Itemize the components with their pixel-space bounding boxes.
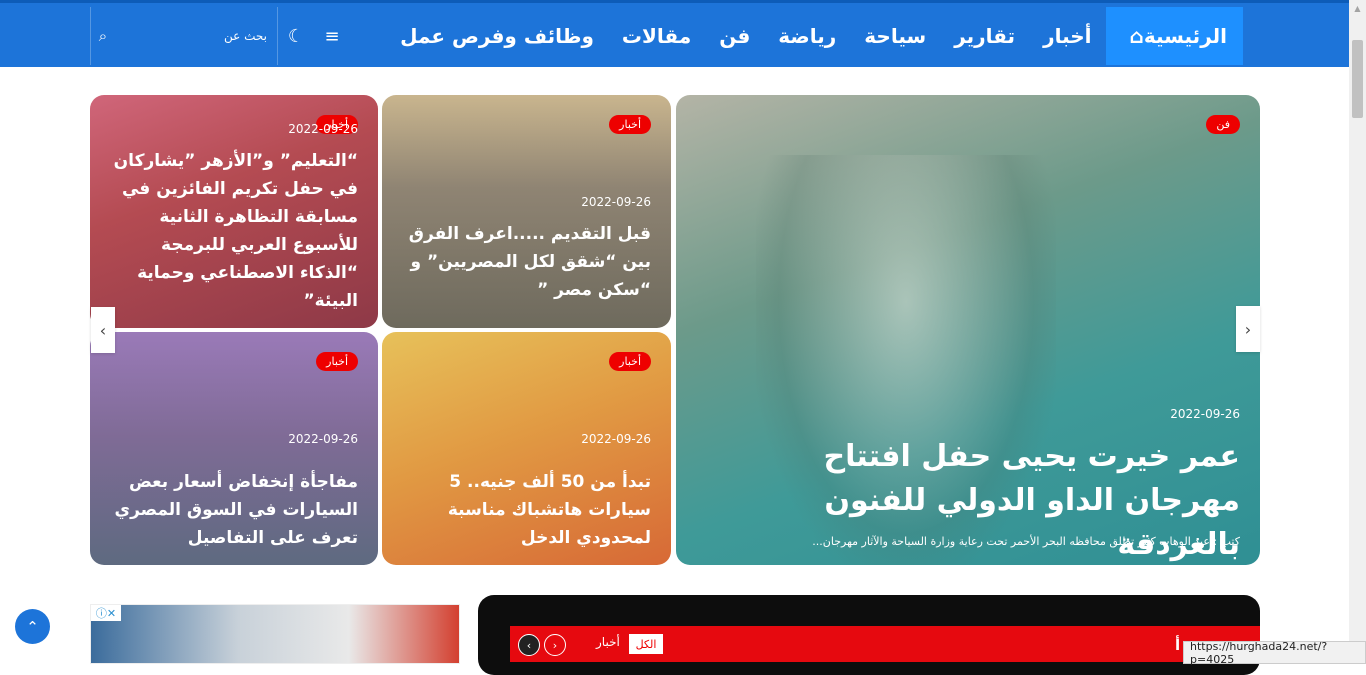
header-tools: ⌕ ☾ ≡ — [90, 7, 350, 65]
category-badge[interactable]: فن — [1206, 115, 1240, 134]
featured-card[interactable]: أخبار 2022-09-26 “التعليم” و”الأزهر ”يشا… — [90, 95, 378, 328]
slider-next-button[interactable]: › — [1236, 306, 1260, 352]
post-excerpt: كتب : عبد الوهاب كثير تطلق محافظه البحر … — [812, 535, 1240, 548]
widget-next-button[interactable]: › — [544, 634, 566, 656]
search-input[interactable] — [115, 28, 277, 44]
nav-item-reports[interactable]: تقارير — [940, 7, 1029, 65]
category-badge[interactable]: أخبار — [609, 115, 651, 134]
nav-item-tourism[interactable]: سياحة — [850, 7, 940, 65]
chevron-up-icon: ⌃ — [26, 617, 39, 636]
chevron-right-icon: › — [1244, 319, 1252, 339]
nav-item-news[interactable]: أخبار — [1029, 7, 1105, 65]
search-box: ⌕ — [90, 7, 278, 65]
nav-item-art[interactable]: فن — [705, 7, 764, 65]
moon-icon[interactable]: ☾ — [278, 26, 314, 47]
nav-item-label: الرئيسية — [1143, 24, 1227, 48]
main-menu: ⌂ الرئيسية أخبار تقارير سياحة رياضة فن م… — [386, 7, 1243, 65]
nav-item-label: فن — [719, 24, 751, 48]
featured-slide-main[interactable]: فن 2022-09-26 عمر خيرت يحيى حفل افتتاح م… — [676, 95, 1260, 565]
post-date: 2022-09-26 — [581, 432, 651, 446]
scroll-up-arrow-icon[interactable]: ▲ — [1349, 0, 1366, 17]
featured-card[interactable]: أخبار 2022-09-26 تبدأ من 50 ألف جنيه.. 5… — [382, 332, 671, 565]
post-title[interactable]: مفاجأة إنخفاض أسعار بعض السيارات في السو… — [108, 468, 359, 552]
post-date: 2022-09-26 — [1170, 407, 1240, 421]
tab-news[interactable]: أخبار — [596, 635, 620, 649]
nav-item-sports[interactable]: رياضة — [764, 7, 850, 65]
featured-card[interactable]: أخبار 2022-09-26 مفاجأة إنخفاض أسعار بعض… — [90, 332, 378, 565]
page-scrollbar[interactable]: ▲ ▼ — [1349, 0, 1366, 662]
slider-prev-button[interactable]: ‹ — [91, 307, 115, 353]
category-badge[interactable]: أخبار — [316, 352, 358, 371]
nav-item-label: مقالات — [621, 24, 692, 48]
chevron-left-icon: ‹ — [99, 320, 107, 340]
post-title[interactable]: تبدأ من 50 ألف جنيه.. 5 سيارات هاتشباك م… — [401, 468, 651, 552]
widget-header — [510, 626, 1260, 662]
nav-item-label: تقارير — [954, 24, 1016, 48]
post-date: 2022-09-26 — [581, 195, 651, 209]
home-icon: ⌂ — [1129, 24, 1144, 48]
widget-title: أ — [1175, 636, 1181, 654]
post-title[interactable]: “التعليم” و”الأزهر ”يشاركان في حفل تكريم… — [108, 147, 358, 315]
nav-item-label: رياضة — [778, 24, 837, 48]
post-date: 2022-09-26 — [288, 432, 358, 446]
nav-item-label: وظائف وفرص عمل — [400, 24, 594, 48]
nav-item-label: أخبار — [1043, 24, 1092, 48]
nav-item-jobs[interactable]: وظائف وفرص عمل — [386, 7, 608, 65]
featured-card[interactable]: أخبار 2022-09-26 قبل التقديم .....اعرف ا… — [382, 95, 671, 328]
advertisement-banner[interactable]: ⓘ✕ — [90, 604, 460, 664]
post-date: 2022-09-26 — [288, 122, 358, 136]
tab-all[interactable]: الكل — [629, 634, 663, 654]
post-title[interactable]: قبل التقديم .....اعرف الفرق بين “شقق لكل… — [401, 220, 651, 304]
nav-item-articles[interactable]: مقالات — [608, 7, 705, 65]
category-badge[interactable]: أخبار — [609, 352, 651, 371]
menu-icon[interactable]: ≡ — [314, 26, 350, 47]
main-navigation-bar: ⌂ الرئيسية أخبار تقارير سياحة رياضة فن م… — [0, 0, 1349, 67]
status-bar-url: https://hurghada24.net/?p=4025 — [1183, 640, 1366, 666]
back-to-top-button[interactable]: ⌃ — [15, 609, 50, 644]
ad-info-icon[interactable]: ⓘ✕ — [91, 605, 121, 621]
widget-prev-button[interactable]: ‹ — [518, 634, 540, 656]
scrollbar-thumb[interactable] — [1352, 40, 1363, 118]
search-icon[interactable]: ⌕ — [91, 27, 115, 45]
nav-item-label: سياحة — [864, 24, 927, 48]
nav-item-home[interactable]: ⌂ الرئيسية — [1105, 7, 1243, 65]
